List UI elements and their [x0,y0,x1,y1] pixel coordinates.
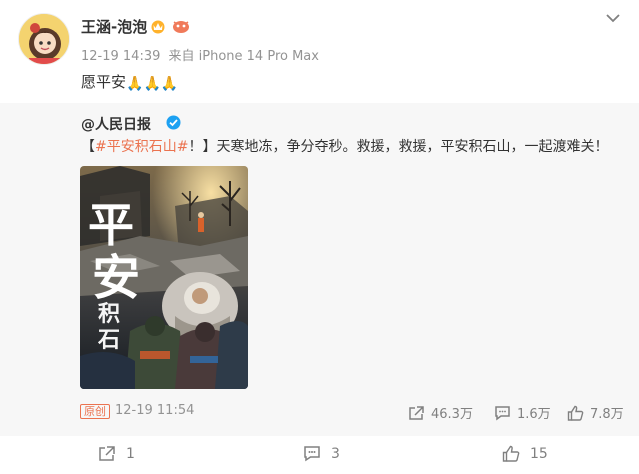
original-badge: 原创 [80,404,110,419]
poster-char-an: 安 [92,250,140,306]
verified-icon [166,115,181,130]
pray-emoji-icon: 🙏🙏🙏 [126,76,179,92]
repost-share-button[interactable]: 46.3万 [408,403,473,422]
post-time[interactable]: 12-19 14:39 [81,49,160,64]
share-icon [99,446,115,461]
repost-button[interactable]: 1 [98,445,135,462]
repost-author[interactable]: @人民日报 [81,114,151,134]
share-count: 46.3万 [431,407,473,422]
weibo-post: 王涵-泡泡 12-19 14:39 来自 iPhone 14 Pro Max 愿… [0,0,639,474]
repost-text-body: ！】天寒地冻，争分夺秒。救援，救援，平安积石山，一起渡难关！ [188,139,609,155]
bracket-open: 【 [81,139,95,155]
hashtag-link[interactable]: #平安积石山# [95,139,188,155]
poster-char-shi: 石 [97,327,120,353]
post-text-content: 愿平安 [81,73,127,91]
poster-char-ji: 积 [98,301,120,327]
thumbs-up-icon [567,405,584,421]
like-button[interactable]: 15 [502,445,548,462]
repost-text: 【#平安积石山#！】天寒地冻，争分夺秒。救援，救援，平安积石山，一起渡难关！ [81,136,608,156]
post-text: 愿平安🙏🙏🙏 [81,71,178,92]
avatar-illustration-icon [19,14,69,64]
comment-count: 1.6万 [517,407,551,422]
repost-image[interactable]: 平 安 积 石 山 [80,166,248,389]
comment-button[interactable]: 3 [303,445,340,462]
comment-icon [495,405,510,420]
thumbs-up-icon [502,445,520,462]
fan-badge-icon[interactable] [172,18,190,34]
like-count-bottom: 15 [530,445,548,462]
repost-count: 1 [126,445,135,462]
post-source: 来自 iPhone 14 Pro Max [168,49,319,64]
repost-footer: 原创 12-19 11:54 46.3万 1.6万 7.8万 [80,403,625,422]
share-icon [409,405,424,420]
chevron-down-icon[interactable] [605,12,621,24]
post-meta: 12-19 14:39 来自 iPhone 14 Pro Max [81,45,319,64]
repost-time[interactable]: 12-19 11:54 [115,403,194,418]
avatar[interactable] [18,13,70,65]
poster-char-ping: 平 [88,198,134,252]
comment-icon [304,446,320,462]
comment-count-bottom: 3 [331,445,340,462]
username[interactable]: 王涵-泡泡 [81,16,147,37]
like-count: 7.8万 [590,407,624,422]
repost-like-button[interactable]: 7.8万 [567,403,624,422]
rescue-poster-image: 平 安 积 石 山 [80,166,248,389]
repost-block: @人民日报 【#平安积石山#！】天寒地冻，争分夺秒。救援，救援，平安积石山，一起… [0,103,639,436]
crown-badge-icon[interactable] [150,18,166,34]
repost-comment-button[interactable]: 1.6万 [494,403,551,422]
